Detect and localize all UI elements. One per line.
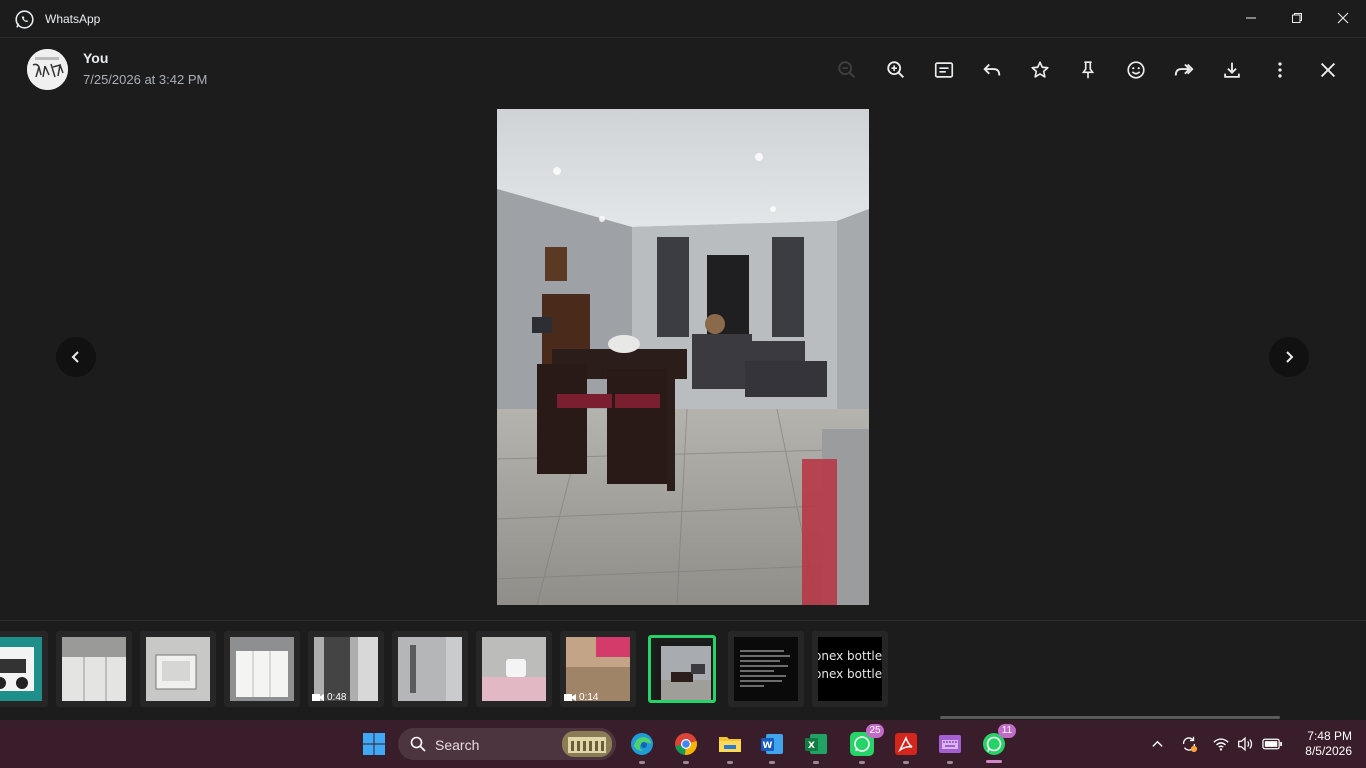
running-indicator: [813, 761, 819, 764]
zoom-out-icon[interactable]: [835, 58, 859, 82]
running-indicator: [859, 761, 865, 764]
chrome-icon[interactable]: [672, 730, 700, 758]
video-duration: 0:48: [312, 692, 346, 703]
windows-taskbar: Search W X 25 11 7:48 PM 8/5/2026: [0, 720, 1366, 768]
thumbnail-strip: 0:48 0:14 onex bottle onex bottle: [0, 620, 1366, 720]
next-media-button[interactable]: [1269, 337, 1309, 377]
pin-icon[interactable]: [1076, 58, 1100, 82]
running-indicator: [769, 761, 775, 764]
download-icon[interactable]: [1220, 58, 1244, 82]
svg-text:X: X: [808, 741, 815, 751]
start-button[interactable]: [360, 730, 388, 758]
sender-name: You: [83, 50, 109, 66]
reply-icon[interactable]: [980, 58, 1004, 82]
chevron-up-icon[interactable]: [1146, 730, 1168, 758]
running-indicator: [947, 761, 953, 764]
thumbnail-text-line: onex bottle: [818, 667, 882, 681]
volume-icon[interactable]: [1234, 730, 1256, 758]
thumbnail-text-line: onex bottle: [818, 649, 882, 663]
on-screen-keyboard-icon[interactable]: [936, 730, 964, 758]
svg-text:W: W: [763, 741, 773, 751]
thumbnail-video[interactable]: 0:14: [560, 631, 636, 707]
video-duration: 0:14: [564, 692, 598, 703]
emoji-icon[interactable]: [1124, 58, 1148, 82]
thumbnail-video[interactable]: 0:48: [308, 631, 384, 707]
thumbnail[interactable]: [476, 631, 552, 707]
whatsapp-logo-icon: [14, 9, 35, 30]
thumbnail[interactable]: [0, 631, 48, 707]
running-indicator: [683, 761, 689, 764]
caption-icon[interactable]: [932, 58, 956, 82]
running-indicator: [639, 761, 645, 764]
edge-icon[interactable]: [628, 730, 656, 758]
thumbnail-text[interactable]: onex bottle onex bottle: [812, 631, 888, 707]
excel-icon[interactable]: X: [802, 730, 830, 758]
video-duration-label: 0:48: [327, 692, 347, 703]
media-image[interactable]: [497, 109, 869, 605]
close-window-button[interactable]: [1320, 0, 1366, 36]
running-indicator: [903, 761, 909, 764]
word-icon[interactable]: W: [758, 730, 786, 758]
search-highlight-icon: [562, 731, 612, 757]
clock[interactable]: 7:48 PM 8/5/2026: [1296, 729, 1352, 759]
whatsapp-active-taskbar-icon[interactable]: 11: [980, 724, 1016, 758]
sync-icon[interactable]: [1178, 730, 1200, 758]
avatar[interactable]: [27, 49, 68, 90]
video-camera-icon: [564, 694, 576, 701]
previous-media-button[interactable]: [56, 337, 96, 377]
thumbnail[interactable]: [224, 631, 300, 707]
video-duration-label: 0:14: [579, 692, 599, 703]
message-timestamp: 7/25/2026 at 3:42 PM: [83, 72, 208, 87]
notification-badge: 11: [998, 724, 1016, 738]
thumbnail-selected[interactable]: [648, 635, 716, 703]
search-icon: [410, 736, 426, 752]
minimize-button[interactable]: [1228, 0, 1274, 36]
acrobat-icon[interactable]: [892, 730, 920, 758]
taskbar-search[interactable]: Search: [398, 728, 616, 760]
running-indicator: [727, 761, 733, 764]
thumbnail-scrollbar[interactable]: [940, 716, 1280, 719]
maximize-button[interactable]: [1274, 0, 1320, 36]
close-viewer-icon[interactable]: [1316, 58, 1340, 82]
video-camera-icon: [312, 694, 324, 701]
thumbnail[interactable]: [392, 631, 468, 707]
more-options-icon[interactable]: [1268, 58, 1292, 82]
app-title: WhatsApp: [45, 12, 101, 26]
file-explorer-icon[interactable]: [716, 730, 744, 758]
thumbnail[interactable]: [56, 631, 132, 707]
wifi-icon[interactable]: [1210, 730, 1232, 758]
star-icon[interactable]: [1028, 58, 1052, 82]
whatsapp-taskbar-icon[interactable]: 25: [848, 724, 884, 758]
clock-time: 7:48 PM: [1307, 729, 1352, 743]
media-viewer-header: You 7/25/2026 at 3:42 PM: [0, 38, 1366, 100]
thumbnail-document[interactable]: [728, 631, 804, 707]
title-bar: WhatsApp: [0, 0, 1366, 38]
thumbnail[interactable]: [140, 631, 216, 707]
windows-logo-icon: [363, 733, 385, 755]
notification-badge: 25: [866, 724, 884, 738]
zoom-in-icon[interactable]: [884, 58, 908, 82]
forward-icon[interactable]: [1172, 58, 1196, 82]
active-indicator: [986, 760, 1002, 763]
battery-icon[interactable]: [1260, 730, 1284, 758]
search-label: Search: [435, 737, 480, 753]
clock-date: 8/5/2026: [1305, 744, 1352, 758]
